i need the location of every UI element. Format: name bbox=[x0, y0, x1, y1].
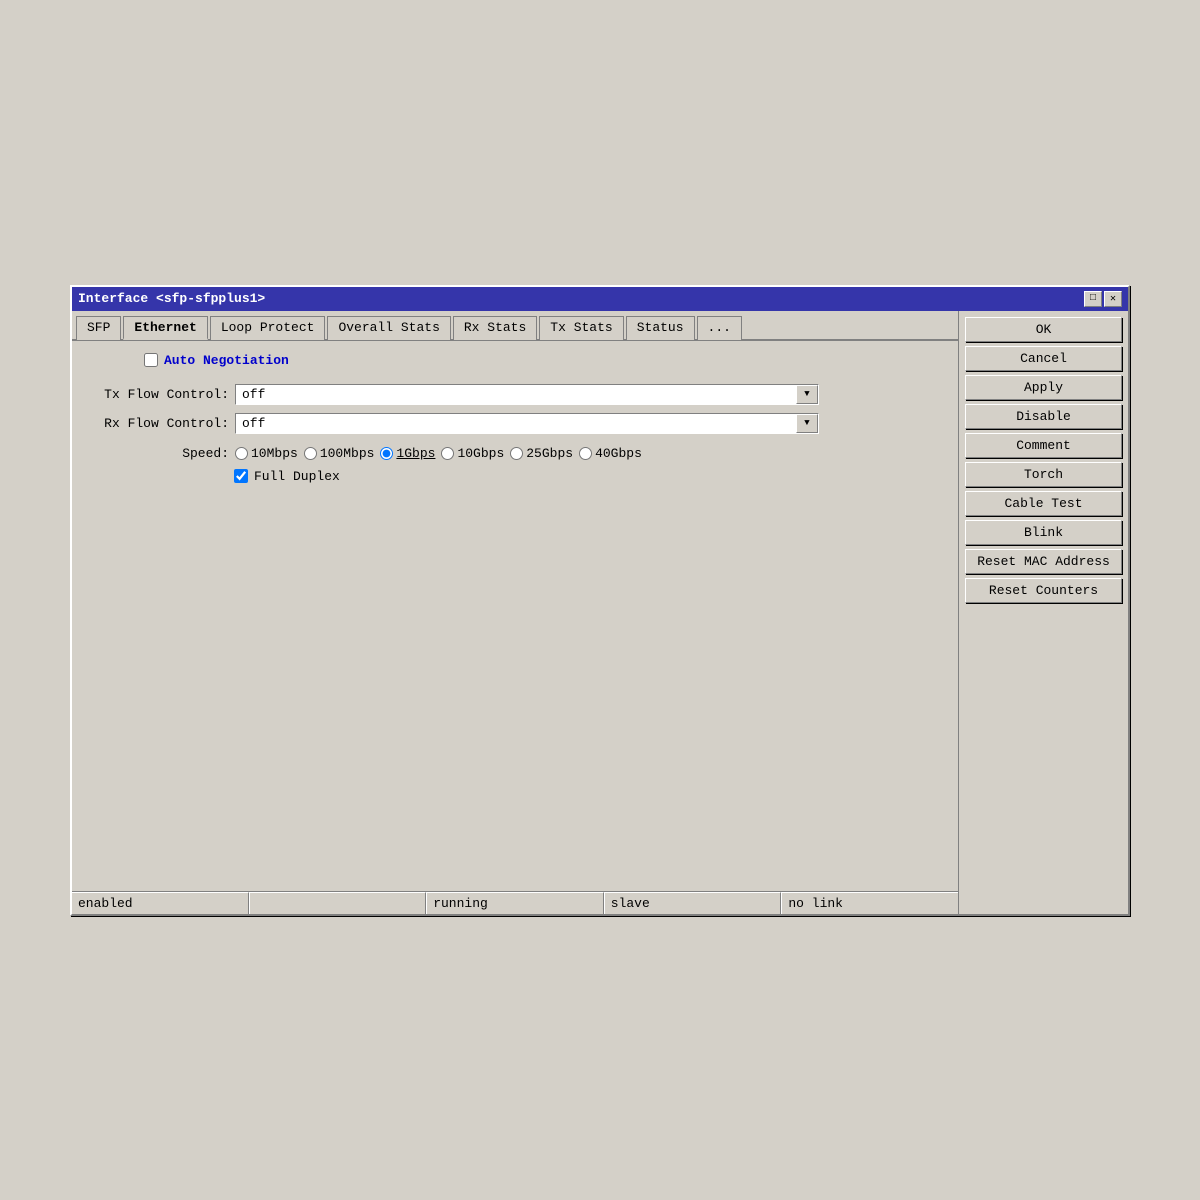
speed-1gbps-label: 1Gbps bbox=[396, 446, 435, 461]
auto-negotiation-row: Auto Negotiation bbox=[84, 353, 946, 368]
speed-40gbps: 40Gbps bbox=[579, 446, 642, 461]
title-bar: Interface <sfp-sfpplus1> □ ✕ bbox=[72, 287, 1128, 311]
main-area: SFP Ethernet Loop Protect Overall Stats … bbox=[72, 311, 958, 914]
tx-flow-control-value: off bbox=[236, 385, 796, 404]
speed-25gbps: 25Gbps bbox=[510, 446, 573, 461]
title-bar-buttons: □ ✕ bbox=[1084, 291, 1122, 307]
status-enabled: enabled bbox=[72, 892, 249, 914]
status-no-link: no link bbox=[781, 892, 958, 914]
speed-100mbps-label: 100Mbps bbox=[320, 446, 375, 461]
status-running: running bbox=[426, 892, 604, 914]
speed-100mbps-radio[interactable] bbox=[304, 447, 317, 460]
window-title: Interface <sfp-sfpplus1> bbox=[78, 291, 265, 306]
rx-flow-control-value: off bbox=[236, 414, 796, 433]
status-slave: slave bbox=[604, 892, 782, 914]
tab-sfp[interactable]: SFP bbox=[76, 316, 121, 340]
speed-100mbps: 100Mbps bbox=[304, 446, 375, 461]
speed-10gbps: 10Gbps bbox=[441, 446, 504, 461]
speed-25gbps-label: 25Gbps bbox=[526, 446, 573, 461]
speed-1gbps: 1Gbps bbox=[380, 446, 435, 461]
rx-flow-control-dropdown[interactable]: off ▼ bbox=[235, 413, 819, 434]
tab-ethernet[interactable]: Ethernet bbox=[123, 316, 207, 340]
tx-flow-control-dropdown[interactable]: off ▼ bbox=[235, 384, 819, 405]
cable-test-button[interactable]: Cable Test bbox=[965, 491, 1122, 516]
status-empty bbox=[249, 892, 427, 914]
auto-negotiation-checkbox[interactable] bbox=[144, 353, 158, 367]
full-duplex-label: Full Duplex bbox=[254, 469, 340, 484]
speed-row: Speed: 10Mbps 100Mbps 1Gbps bbox=[84, 446, 946, 461]
main-window: Interface <sfp-sfpplus1> □ ✕ SFP Etherne… bbox=[70, 285, 1130, 916]
disable-button[interactable]: Disable bbox=[965, 404, 1122, 429]
rx-flow-control-label: Rx Flow Control: bbox=[84, 416, 229, 431]
tab-status[interactable]: Status bbox=[626, 316, 695, 340]
auto-negotiation-label: Auto Negotiation bbox=[164, 353, 289, 368]
ok-button[interactable]: OK bbox=[965, 317, 1122, 342]
duplex-row: Full Duplex bbox=[234, 469, 946, 484]
window-body: SFP Ethernet Loop Protect Overall Stats … bbox=[72, 311, 1128, 914]
speed-options: 10Mbps 100Mbps 1Gbps 10Gbps bbox=[235, 446, 642, 461]
tx-flow-control-arrow[interactable]: ▼ bbox=[796, 385, 818, 404]
reset-mac-button[interactable]: Reset MAC Address bbox=[965, 549, 1122, 574]
rx-flow-control-row: Rx Flow Control: off ▼ bbox=[84, 413, 946, 434]
comment-button[interactable]: Comment bbox=[965, 433, 1122, 458]
speed-10mbps: 10Mbps bbox=[235, 446, 298, 461]
speed-40gbps-label: 40Gbps bbox=[595, 446, 642, 461]
speed-40gbps-radio[interactable] bbox=[579, 447, 592, 460]
speed-1gbps-radio[interactable] bbox=[380, 447, 393, 460]
status-bar: enabled running slave no link bbox=[72, 891, 958, 914]
cancel-button[interactable]: Cancel bbox=[965, 346, 1122, 371]
minimize-button[interactable]: □ bbox=[1084, 291, 1102, 307]
close-button[interactable]: ✕ bbox=[1104, 291, 1122, 307]
tab-bar: SFP Ethernet Loop Protect Overall Stats … bbox=[72, 311, 958, 341]
reset-counters-button[interactable]: Reset Counters bbox=[965, 578, 1122, 603]
sidebar: OK Cancel Apply Disable Comment Torch Ca… bbox=[958, 311, 1128, 914]
speed-10gbps-radio[interactable] bbox=[441, 447, 454, 460]
full-duplex-checkbox[interactable] bbox=[234, 469, 248, 483]
speed-10mbps-label: 10Mbps bbox=[251, 446, 298, 461]
blink-button[interactable]: Blink bbox=[965, 520, 1122, 545]
content-area: Auto Negotiation Tx Flow Control: off ▼ … bbox=[72, 341, 958, 891]
tab-more[interactable]: ... bbox=[697, 316, 742, 340]
speed-10mbps-radio[interactable] bbox=[235, 447, 248, 460]
rx-flow-control-arrow[interactable]: ▼ bbox=[796, 414, 818, 433]
tx-flow-control-label: Tx Flow Control: bbox=[84, 387, 229, 402]
apply-button[interactable]: Apply bbox=[965, 375, 1122, 400]
tab-rx-stats[interactable]: Rx Stats bbox=[453, 316, 537, 340]
tab-tx-stats[interactable]: Tx Stats bbox=[539, 316, 623, 340]
speed-label: Speed: bbox=[84, 446, 229, 461]
torch-button[interactable]: Torch bbox=[965, 462, 1122, 487]
tab-overall-stats[interactable]: Overall Stats bbox=[327, 316, 450, 340]
tx-flow-control-row: Tx Flow Control: off ▼ bbox=[84, 384, 946, 405]
speed-25gbps-radio[interactable] bbox=[510, 447, 523, 460]
speed-10gbps-label: 10Gbps bbox=[457, 446, 504, 461]
tab-loop-protect[interactable]: Loop Protect bbox=[210, 316, 326, 340]
